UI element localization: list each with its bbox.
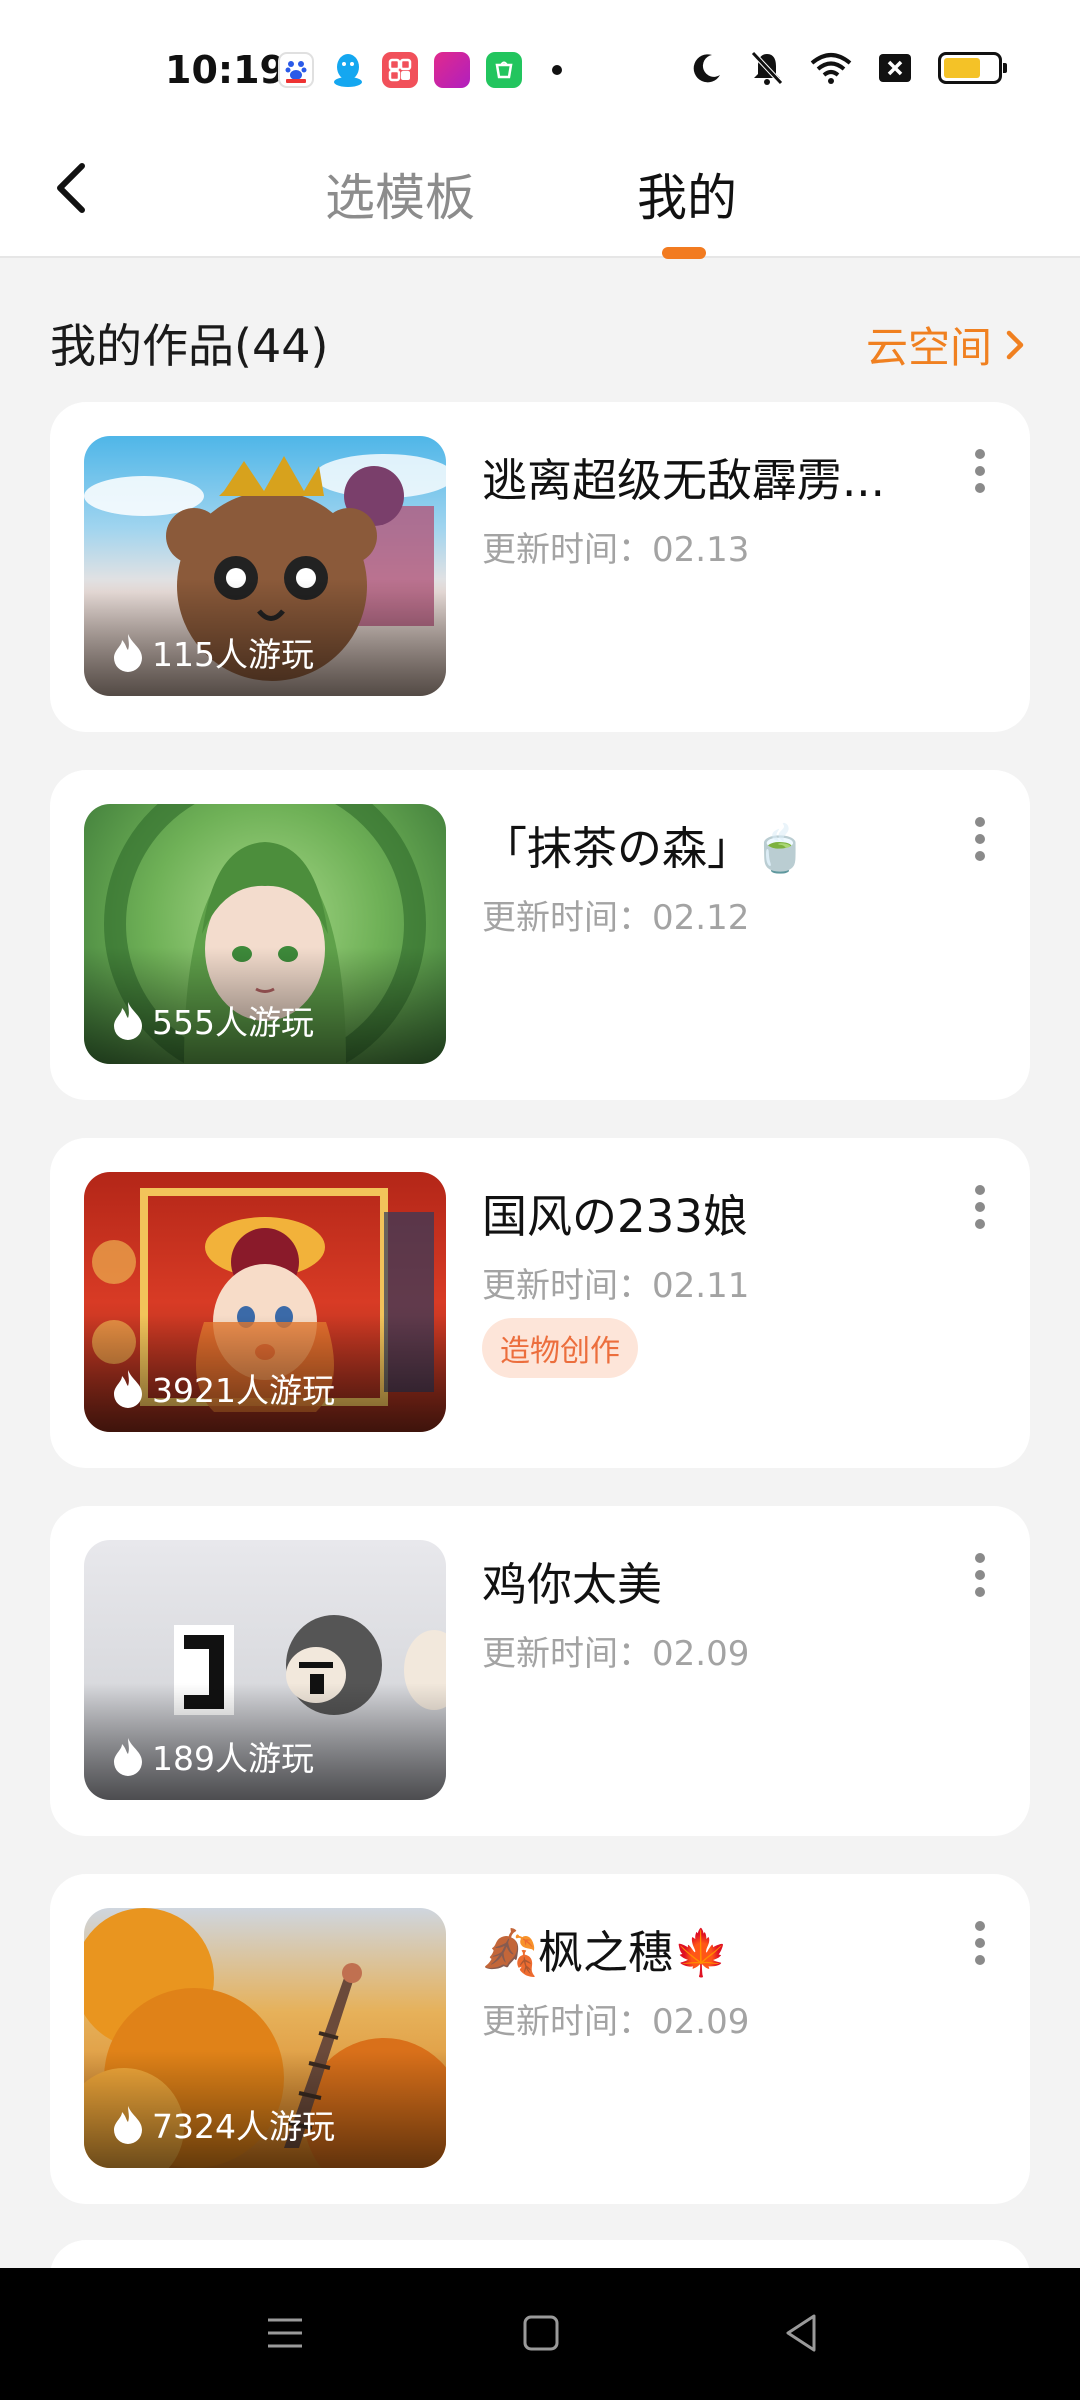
play-count-text: 3921人游玩 xyxy=(152,1371,335,1410)
app-icon-green xyxy=(486,52,522,88)
battery-fill xyxy=(944,58,981,78)
cloud-space-label: 云空间 xyxy=(865,323,992,372)
more-notifications-dot xyxy=(552,65,562,75)
play-count-text: 555人游玩 xyxy=(152,1003,314,1042)
work-thumbnail[interactable]: 189人游玩 xyxy=(84,1540,446,1800)
play-count-text: 115人游玩 xyxy=(152,635,314,674)
active-tab-indicator xyxy=(662,247,706,259)
app-icon-orange xyxy=(382,52,418,88)
work-updated-time: 更新时间：02.09 xyxy=(482,1634,750,1674)
flame-icon xyxy=(114,2106,142,2144)
work-updated-time: 更新时间：02.09 xyxy=(482,2002,750,2042)
battery-icon xyxy=(938,52,1007,84)
back-icon[interactable] xyxy=(776,2308,826,2358)
play-count: 7324人游玩 xyxy=(110,2100,335,2148)
work-thumbnail[interactable]: 115人游玩 xyxy=(84,436,446,696)
mute-icon xyxy=(751,51,783,85)
status-time: 10:19 xyxy=(165,48,286,92)
work-updated-time: 更新时间：02.13 xyxy=(482,530,750,570)
section-title: 我的作品(44) xyxy=(50,319,329,373)
cloud-space-link[interactable]: 云空间 xyxy=(866,314,1026,375)
qq-icon xyxy=(330,52,366,88)
work-tag: 造物创作 xyxy=(482,1318,638,1378)
chevron-right-icon xyxy=(1006,330,1024,359)
top-header: 选模板 我的 xyxy=(0,120,1080,259)
work-title: 🍂枫之穗🍁 xyxy=(482,1926,730,1979)
work-card[interactable]: 7324人游玩 🍂枫之穗🍁 更新时间：02.09 xyxy=(50,1874,1030,2204)
baidu-icon xyxy=(278,52,314,88)
more-options-icon[interactable] xyxy=(970,448,990,494)
back-arrow-icon[interactable] xyxy=(48,158,96,218)
play-count: 115人游玩 xyxy=(110,628,314,676)
work-title: 「抹茶の森」🍵 xyxy=(482,822,809,875)
flame-icon xyxy=(114,634,142,672)
status-bar: 10:19 xyxy=(0,0,1080,120)
work-thumbnail[interactable]: 555人游玩 xyxy=(84,804,446,1064)
work-card[interactable]: 189人游玩 鸡你太美 更新时间：02.09 xyxy=(50,1506,1030,1836)
more-options-icon[interactable] xyxy=(970,816,990,862)
work-thumbnail[interactable]: 7324人游玩 xyxy=(84,1908,446,2168)
more-options-icon[interactable] xyxy=(970,1920,990,1966)
home-icon[interactable] xyxy=(516,2308,566,2358)
work-title: 国风の233娘 xyxy=(482,1190,748,1243)
work-updated-time: 更新时间：02.11 xyxy=(482,1266,750,1306)
work-card[interactable]: 115人游玩 逃离超级无敌霹雳... 更新时间：02.13 xyxy=(50,402,1030,732)
menu-icon[interactable] xyxy=(260,2308,310,2358)
play-count: 189人游玩 xyxy=(110,1732,314,1780)
play-count-text: 7324人游玩 xyxy=(152,2107,335,2146)
play-count: 3921人游玩 xyxy=(110,1364,335,1412)
wifi-icon xyxy=(810,53,852,84)
system-nav-bar xyxy=(0,2268,1080,2400)
more-options-icon[interactable] xyxy=(970,1184,990,1230)
tab-templates[interactable]: 选模板 xyxy=(325,158,475,230)
work-thumbnail[interactable]: 3921人游玩 xyxy=(84,1172,446,1432)
notification-icons xyxy=(278,52,562,88)
play-count-text: 189人游玩 xyxy=(152,1739,314,1778)
work-card[interactable]: 3921人游玩 国风の233娘 更新时间：02.11 造物创作 xyxy=(50,1138,1030,1468)
work-card[interactable]: 555人游玩 「抹茶の森」🍵 更新时间：02.12 xyxy=(50,770,1030,1100)
flame-icon xyxy=(114,1738,142,1776)
system-icons xyxy=(690,50,1007,86)
flame-icon xyxy=(114,1370,142,1408)
app-icon-pink xyxy=(434,52,470,88)
work-updated-time: 更新时间：02.12 xyxy=(482,898,750,938)
work-title: 鸡你太美 xyxy=(482,1558,663,1611)
tab-mine[interactable]: 我的 xyxy=(637,158,737,230)
work-title: 逃离超级无敌霹雳... xyxy=(482,454,885,507)
sim-off-icon xyxy=(879,54,911,82)
flame-icon xyxy=(114,1002,142,1040)
more-options-icon[interactable] xyxy=(970,1552,990,1598)
moon-icon xyxy=(693,54,720,83)
play-count: 555人游玩 xyxy=(110,996,314,1044)
